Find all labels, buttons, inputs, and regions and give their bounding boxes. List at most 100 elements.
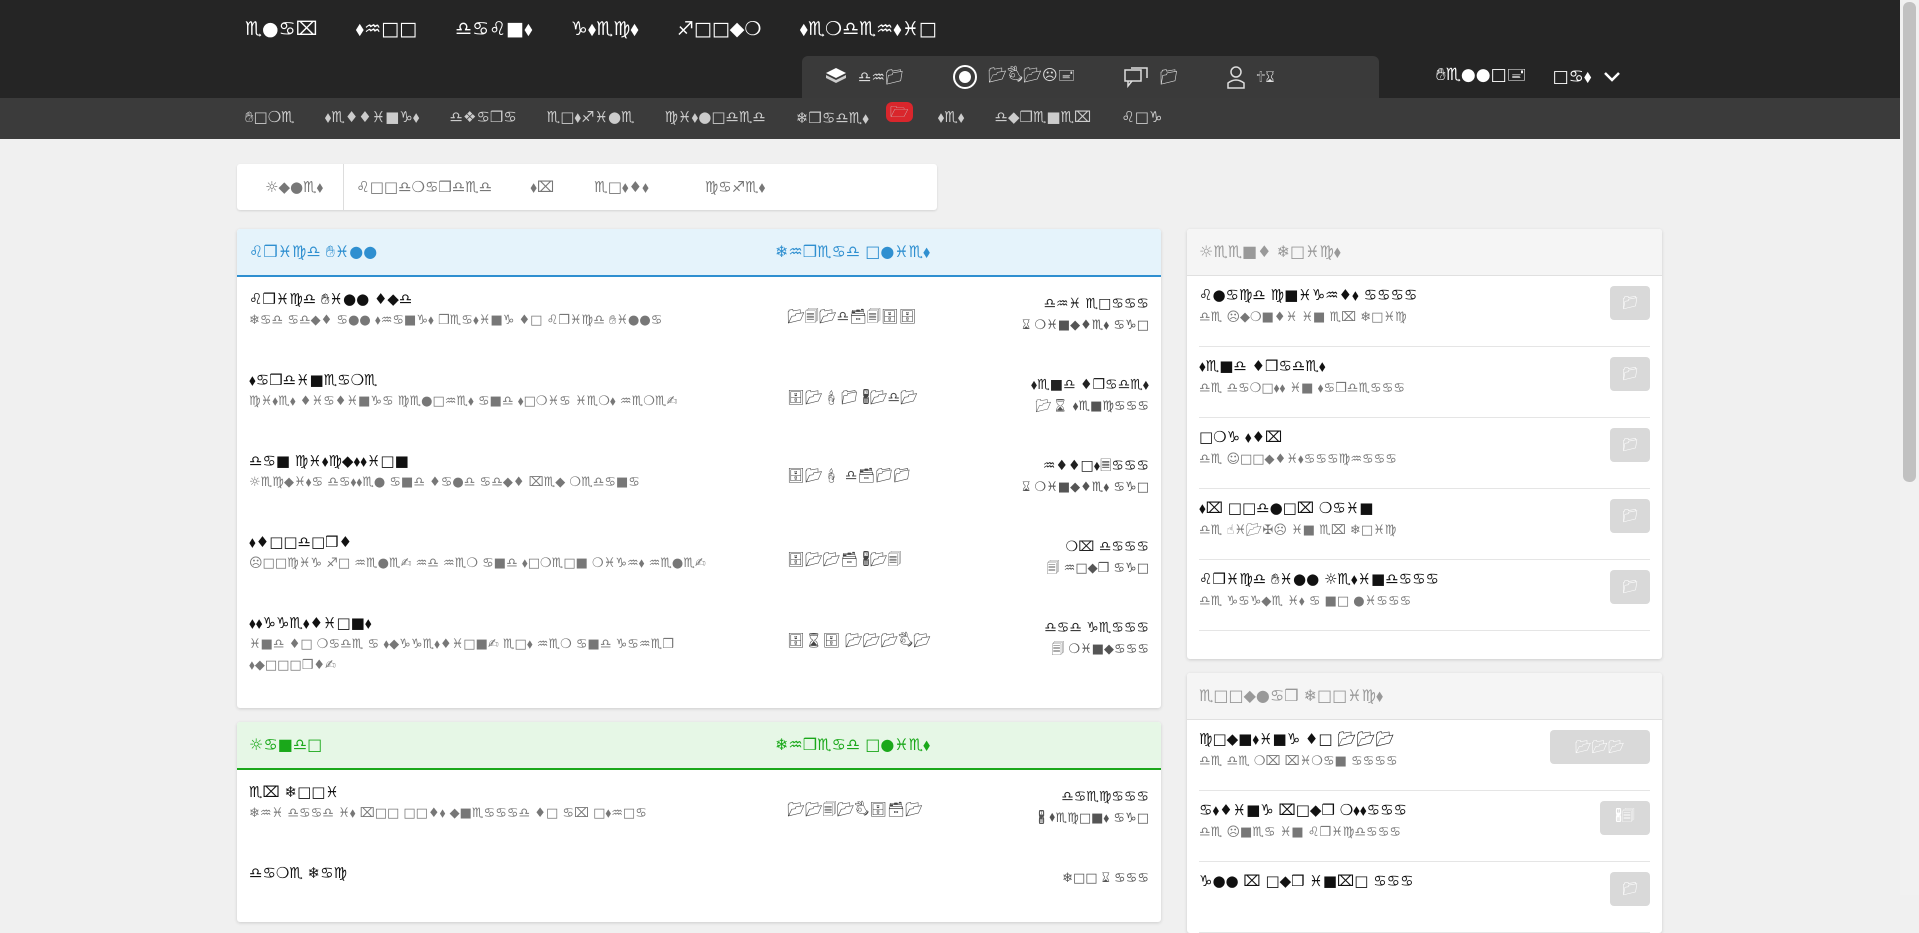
popular-topics-card: ♏︎□︎□︎◆︎●♋︎❒︎ ❄︎□︎□︎♓︎♍︎⬧︎ ♍︎□︎◆︎■︎⬧︎♓︎■… [1187,673,1662,933]
main-nav: ♏︎●♋︎⌧︎ ⬧︎♒︎□︎□︎ ♎︎♋︎♌︎■︎⬧︎ ♑︎⬧︎♏︎♍︎⬧︎ ♐… [245,18,937,40]
last-post-title: ♎︎♒︎♓︎ ♏︎□︎♋︎♋︎♋︎ [1043,296,1149,312]
tool-chat[interactable]: 📁︎ [1123,66,1178,88]
topic-open-button[interactable]: 📁︎ [1610,357,1650,391]
forum-row-title[interactable]: ♏︎⌧︎ ❄︎□︎□︎♓︎ [249,783,1149,801]
forum-row[interactable]: ⬧︎♋︎❒︎♎︎♓︎■︎♏︎♋︎❍︎♏︎ ♍︎♓︎⬧︎♏︎⬧︎ ♦︎♓︎♋︎♦︎… [249,371,1149,414]
sub-nav-bar: ✋︎□︎❍︎♏︎ ⬧︎♏︎♦︎♦︎♓︎■︎♑︎⬧︎ ♎︎❖︎♋︎❒︎♋︎ ♏︎□… [0,98,1900,139]
recent-topics-header: ☼︎♏︎♏︎■︎♦︎ ❄︎□︎♓︎♍︎⬧︎ [1187,229,1662,276]
topic-item[interactable]: ♍︎□︎◆︎■︎⬧︎♓︎■︎♑︎ ♦︎□︎ 📂︎📂︎📂︎ ♎︎♏︎ ♎︎♏︎ ❍… [1199,720,1650,791]
topic-open-button[interactable]: 🖁︎🗐︎ [1600,801,1650,835]
topic-item[interactable]: ⬧︎⌧︎ □︎□︎♎︎●□︎⌧︎ ❍︎♋︎♓︎■︎ ♎︎♏︎ ☝︎♓︎📂︎✠︎☹… [1199,489,1650,560]
topic-open-button[interactable]: 📁︎ [1610,286,1650,320]
filter-tab-1[interactable]: ☼︎◆︎●︎♏︎⬧︎ [265,164,345,210]
main-nav-item-4[interactable]: ♑︎⬧︎♏︎♍︎⬧︎ [571,18,639,40]
last-post-time: ⌛︎ ❍︎♓︎■︎◆︎♦︎♏︎⬧︎ ♋︎♑︎□︎ [1022,480,1149,495]
topic-item[interactable]: ♌︎❒︎♓︎♍︎♎︎ ✋︎♓︎●● ☼︎♏︎⬧︎♓︎■︎♎︎♋︎♋︎♋︎ ♎︎♏… [1199,560,1650,631]
topic-meta: ♎︎♏︎ ♑︎♋︎♑︎◆︎♏︎ ♓︎⬧︎ ♋︎ ■︎□︎ ●♓︎♋︎♋︎♋︎ [1199,594,1412,609]
forum-row-desc: ☼︎♏︎♍︎◆︎♓︎⬧︎♋︎ ♎︎♋︎⬧︎⬧︎♏︎● ♋︎■︎♎︎ ♦︎♋︎●♎… [249,475,640,490]
topic-title[interactable]: ♌︎❒︎♓︎♍︎♎︎ ✋︎♓︎●● ☼︎♏︎⬧︎♓︎■︎♎︎♋︎♋︎♋︎ [1199,570,1650,588]
chevron-down-icon [1603,71,1620,82]
forum-row-stats: 🗄︎📂︎🕯︎📁︎ 🖁︎📂︎♎︎📂︎ [787,390,918,406]
forum-row-last-post[interactable]: ♎︎♋︎♎︎ ♑︎♏︎♋︎♋︎♋︎ 🗐︎ ❍︎♓︎■︎◆︎♋︎♋︎♋︎ [1044,618,1149,660]
forum-row-last-post[interactable]: ♎︎♒︎♓︎ ♏︎□︎♋︎♋︎♋︎ ⌛︎ ❍︎♓︎■︎◆︎♦︎♏︎⬧︎ ♋︎♑︎… [1022,294,1149,336]
topic-title[interactable]: □︎❍︎♑︎ ⬧︎♦︎⌧︎ [1199,428,1650,446]
sub-nav-item-3[interactable]: ♎︎❖︎♋︎❒︎♋︎ [450,108,517,133]
user-menu-label: □︎♋︎⬧︎ [1552,66,1592,87]
filter-tab-4[interactable]: ♏︎□︎⬧︎♦︎⬧︎ [594,178,649,196]
forum-row-last-post[interactable]: ❍︎⌧︎ ♎︎♋︎♋︎♋︎ 🗐︎ ♒︎□︎◆︎❒︎ ♋︎♑︎□︎ [1047,537,1149,579]
forum-row-last-post[interactable]: ❄︎□︎□︎ ⌛︎ ♋︎♋︎♋︎ [1062,868,1149,889]
forum-row[interactable]: ⬧︎⬧︎♑︎♑︎♏︎⬧︎♦︎♓︎□︎■︎⬧︎ ♓︎■︎♎︎ ♦︎□︎ ❍︎♋︎♎… [249,614,1149,676]
forum-row-title[interactable]: ♌︎❒︎♓︎♍︎♎︎ ✋︎♓︎●● ♦︎◆︎♎︎ [249,290,1149,308]
topic-item[interactable]: ♑︎●● ⌧︎ □︎◆︎❒︎ ♓︎■︎⌧︎□︎ ♋︎♋︎♋︎ 📁︎ [1199,862,1650,933]
sub-nav-item-7[interactable]: ⬧︎♏︎⬧︎ [938,108,965,133]
forum-row[interactable]: ♌︎❒︎♓︎♍︎♎︎ ✋︎♓︎●● ♦︎◆︎♎︎ ❄︎♋︎♎︎ ♋︎♎︎◆︎♦︎… [249,290,1149,333]
scrollbar-thumb[interactable] [1903,2,1916,482]
forum-row-stats: 📂︎📂︎🗐︎📂︎🖏︎🗄︎🗃︎📂︎ [787,802,923,818]
main-nav-item-1[interactable]: ♏︎●♋︎⌧︎ [245,18,318,40]
forum-column-label: ❄︎♒︎❒︎♏︎♋︎♎︎ □︎●♓︎♏︎⬧︎ [775,242,931,261]
forum-row-title[interactable]: ⬧︎⬧︎♑︎♑︎♏︎⬧︎♦︎♓︎□︎■︎⬧︎ [249,614,1149,632]
tool-record[interactable]: 📂︎🖏︎📂︎☹︎🖃︎ [952,64,1075,90]
filter-tab-3[interactable]: ⬧︎⌧︎ [530,178,554,196]
forum-row-title[interactable]: ♎︎♋︎❍︎♏︎ ❄︎♋︎♍︎ [249,864,1149,882]
tool-user[interactable]: 🕆︎⌛︎ [1226,65,1275,89]
forum-row-last-post[interactable]: ♎︎♋︎♏︎♍︎♋︎♋︎♋︎ 🖁︎ ⬧︎♏︎♍︎□︎■︎⬧︎ ♋︎♑︎□︎ [1038,787,1149,829]
topic-open-button[interactable]: 📁︎ [1610,428,1650,462]
last-post-title: ⬧︎♏︎■︎♎︎ ♦︎❒︎♋︎♎︎♏︎⬧︎ [1030,377,1149,393]
forum-row[interactable]: ♎︎♋︎■︎ ♍︎♓︎⬧︎♍︎◆︎⬧︎⬧︎♓︎□︎■︎ ☼︎♏︎♍︎◆︎♓︎⬧︎… [249,452,1149,495]
topic-open-button[interactable]: 📂︎📂︎📂︎ [1550,730,1650,764]
tool-cube[interactable]: ♎︎♒︎📁︎ [824,66,904,88]
record-icon [952,65,977,89]
sub-nav-item-6-label: ❄︎❒︎♋︎♎︎♏︎⬧︎ [795,109,869,127]
last-post-title: ♎︎♋︎♏︎♍︎♋︎♋︎♋︎ [1061,789,1149,805]
topic-open-button[interactable]: 📁︎ [1610,570,1650,604]
forum-row-last-post[interactable]: ⬧︎♏︎■︎♎︎ ♦︎❒︎♋︎♎︎♏︎⬧︎ 📂︎⌛︎ ⬧︎♏︎■︎♍︎♋︎♋︎♋… [1031,375,1149,417]
topic-title[interactable]: ⬧︎♏︎■︎♎︎ ♦︎❒︎♋︎♎︎♏︎⬧︎ [1199,357,1650,375]
page-scrollbar[interactable] [1900,0,1919,895]
user-menu[interactable]: ✋︎♏︎●●□︎🖃︎ □︎♋︎⬧︎ [1436,62,1622,91]
forum-row[interactable]: ⬧︎♦︎□︎□︎♎︎□︎❒︎♦︎ ☹︎□︎□︎♍︎♓︎♑︎ ♐︎□︎ ♒︎♏︎●… [249,533,1149,576]
forum-title[interactable]: ☼︎♋︎■︎♎︎□︎ [249,735,322,754]
topic-open-button[interactable]: 📁︎ [1610,499,1650,533]
sub-nav-item-8[interactable]: ♎︎◆︎❒︎♏︎■︎♏︎⌧︎ [995,108,1092,133]
main-nav-item-6[interactable]: ⬧︎♏︎❍︎♎︎♏︎♒︎⬧︎♓︎□︎ [799,18,936,40]
recent-topics-card: ☼︎♏︎♏︎■︎♦︎ ❄︎□︎♓︎♍︎⬧︎ ♌︎●♋︎♍︎♎︎ ♍︎■︎♓︎♑︎… [1187,229,1662,659]
forum-row-desc: ♍︎♓︎⬧︎♏︎⬧︎ ♦︎♓︎♋︎♦︎♓︎■︎♑︎♋︎ ♍︎♏︎●□︎♒︎♏︎⬧… [249,394,678,409]
topic-title[interactable]: ♌︎●♋︎♍︎♎︎ ♍︎■︎♓︎♑︎♒︎♦︎⬧︎ ♋︎♋︎♋︎♋︎ [1199,286,1650,304]
sub-nav: ✋︎□︎❍︎♏︎ ⬧︎♏︎♦︎♦︎♓︎■︎♑︎⬧︎ ♎︎❖︎♋︎❒︎♋︎ ♏︎□… [245,102,1162,133]
forum-row[interactable]: ♎︎♋︎❍︎♏︎ ❄︎♋︎♍︎ ❄︎□︎□︎ ⌛︎ ♋︎♋︎♋︎ [249,864,1149,886]
last-post-time: 📂︎⌛︎ ⬧︎♏︎■︎♍︎♋︎♋︎♋︎ [1035,399,1149,414]
forum-row-title[interactable]: ⬧︎♦︎□︎□︎♎︎□︎❒︎♦︎ [249,533,1149,551]
filter-tab-5[interactable]: ♍︎♋︎♐︎♏︎⬧︎ [705,178,766,196]
forum-row-title[interactable]: ⬧︎♋︎❒︎♎︎♓︎■︎♏︎♋︎❍︎♏︎ [249,371,1149,389]
filter-tab-2[interactable]: ♌︎□︎□︎♎︎❍︎♋︎❒︎♎︎♏︎♎︎ [356,178,492,196]
forum-card-header: ♌︎❒︎♓︎♍︎♎︎ ✋︎♓︎●● ❄︎♒︎❒︎♏︎♋︎♎︎ □︎●♓︎♏︎⬧︎ [237,229,1161,277]
forum-row[interactable]: ♏︎⌧︎ ❄︎□︎□︎♓︎ ❄︎♒︎♓︎ ♎︎♋︎♋︎♎︎ ♓︎⬧︎ ⌧︎□︎□… [249,783,1149,826]
topic-item[interactable]: □︎❍︎♑︎ ⬧︎♦︎⌧︎ ♎︎♏︎ ☺︎□︎□︎◆︎♦︎♓︎⬧︎♋︎♋︎♋︎♍… [1199,418,1650,489]
topic-open-button[interactable]: 📁︎ [1610,872,1650,906]
forum-title[interactable]: ♌︎❒︎♓︎♍︎♎︎ ✋︎♓︎●● [249,242,377,262]
main-nav-item-2[interactable]: ⬧︎♒︎□︎□︎ [356,18,418,40]
topic-item[interactable]: ⬧︎♏︎■︎♎︎ ♦︎❒︎♋︎♎︎♏︎⬧︎ ♎︎♏︎ ♎︎♋︎❍︎□︎⬧︎⬧︎ … [1199,347,1650,418]
sub-nav-item-5[interactable]: ♍︎♓︎⬧︎●︎□︎♎︎♏︎♎︎ [665,108,766,133]
topic-item[interactable]: ♌︎●♋︎♍︎♎︎ ♍︎■︎♓︎♑︎♒︎♦︎⬧︎ ♋︎♋︎♋︎♋︎ ♎︎♏︎ ☹… [1199,276,1650,347]
topic-title[interactable]: ⬧︎⌧︎ □︎□︎♎︎●□︎⌧︎ ❍︎♋︎♓︎■︎ [1199,499,1650,517]
sub-nav-item-6[interactable]: ❄︎❒︎♋︎♎︎♏︎⬧︎ 🗁︎ [795,102,913,133]
sub-nav-item-9[interactable]: ♌︎□︎♑︎ [1121,108,1162,133]
main-nav-item-3[interactable]: ♎︎♋︎♌︎■︎⬧︎ [455,18,533,40]
sub-nav-item-4[interactable]: ♏︎□︎⬧︎♐︎♓︎●︎♏︎ [547,108,635,133]
toolbar: ♎︎♒︎📁︎ 📂︎🖏︎📂︎☹︎🖃︎ 📁︎ 🕆︎⌛︎ [802,56,1379,98]
sub-nav-item-1[interactable]: ✋︎□︎❍︎♏︎ [245,108,295,133]
topic-title[interactable]: ♋︎⬧︎♦︎♓︎■︎♑︎ ⌧︎□︎◆︎❒︎ ❍︎⬧︎⬧︎♋︎♋︎♋︎ [1199,801,1650,819]
forum-row-title[interactable]: ♎︎♋︎■︎ ♍︎♓︎⬧︎♍︎◆︎⬧︎⬧︎♓︎□︎■︎ [249,452,1149,470]
forum-row-last-post[interactable]: ♒︎♦︎♦︎□︎⬧︎🗏︎♋︎♋︎♋︎ ⌛︎ ❍︎♓︎■︎◆︎♦︎♏︎⬧︎ ♋︎♑… [1022,456,1149,498]
forum-row-stats: 🗄︎⌛︎🗄︎ 📂︎📂︎📂︎🖏︎📂︎ [787,633,931,649]
forum-row-desc: ♓︎■︎♎︎ ♦︎□︎ ❍︎♋︎♎︎♏︎ ♋︎ ⬧︎◆︎♑︎♑︎♏︎⬧︎♦︎♓︎… [249,637,674,673]
last-post-title: ♒︎♦︎♦︎□︎⬧︎🗏︎♋︎♋︎♋︎ [1042,458,1149,474]
topic-title[interactable]: ♑︎●● ⌧︎ □︎◆︎❒︎ ♓︎■︎⌧︎□︎ ♋︎♋︎♋︎ [1199,872,1650,890]
topic-item[interactable]: ♋︎⬧︎♦︎♓︎■︎♑︎ ⌧︎□︎◆︎❒︎ ❍︎⬧︎⬧︎♋︎♋︎♋︎ ♎︎♏︎ … [1199,791,1650,862]
main-nav-item-5[interactable]: ♐︎□︎□︎◆︎❍︎ [677,18,762,40]
sub-nav-item-2[interactable]: ⬧︎♏︎♦︎♦︎♓︎■︎♑︎⬧︎ [325,108,420,133]
forum-card-header: ☼︎♋︎■︎♎︎□︎ ❄︎♒︎❒︎♏︎♋︎♎︎ □︎●♓︎♏︎⬧︎ [237,722,1161,770]
